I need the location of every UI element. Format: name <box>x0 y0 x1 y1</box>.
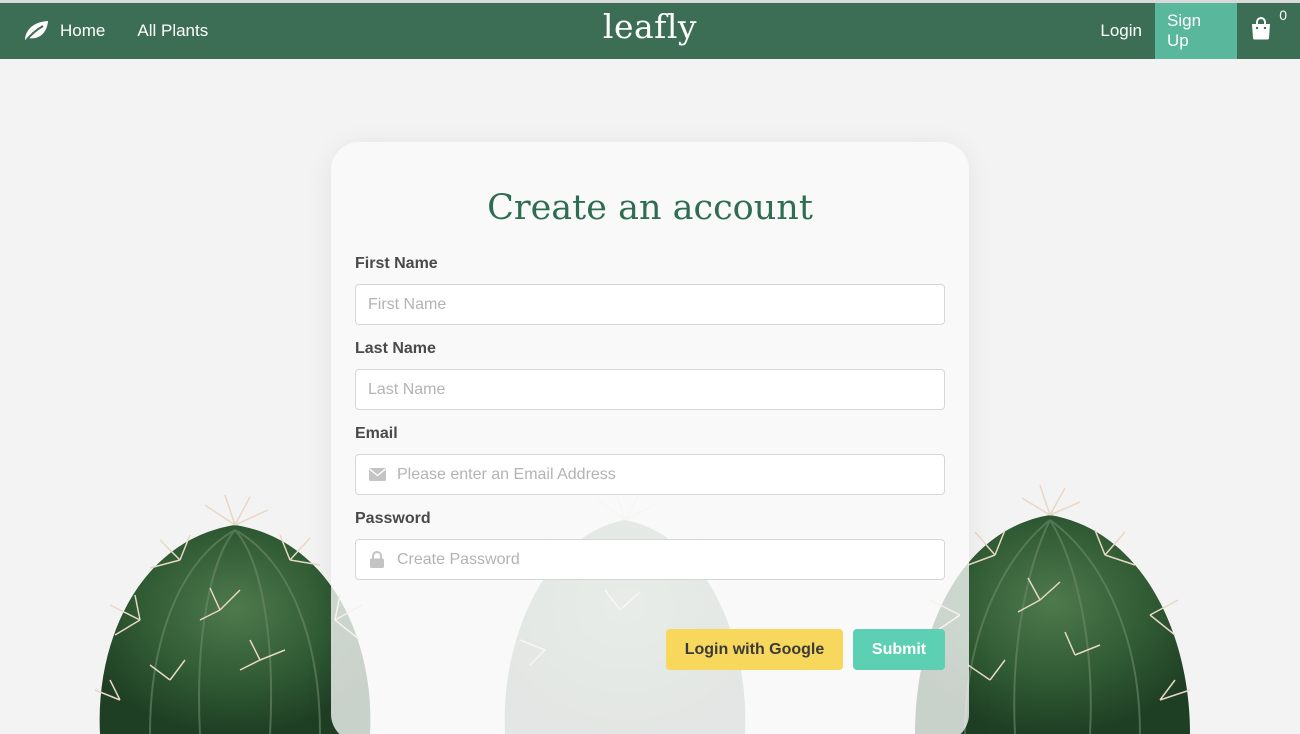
nav-left-group: Home All Plants <box>22 3 240 59</box>
nav-right-group: Login Sign Up 0 <box>1087 3 1300 59</box>
email-input[interactable] <box>397 455 944 494</box>
login-with-google-button[interactable]: Login with Google <box>666 629 843 670</box>
first-name-input[interactable] <box>368 285 944 324</box>
password-label: Password <box>355 510 431 527</box>
email-label: Email <box>355 425 398 442</box>
first-name-label: First Name <box>355 255 438 272</box>
shopping-bag-icon <box>1251 17 1271 45</box>
email-field-wrapper <box>355 454 945 495</box>
cart-count-badge: 0 <box>1279 7 1287 23</box>
first-name-field-wrapper <box>355 284 945 325</box>
signup-card: Create an account First Name Last Name E… <box>331 142 969 734</box>
last-name-label: Last Name <box>355 340 436 357</box>
last-name-input[interactable] <box>368 370 944 409</box>
top-navbar: Home All Plants leafly Login Sign Up 0 <box>0 3 1300 59</box>
nav-home-link[interactable]: Home <box>60 21 105 41</box>
cart-button[interactable]: 0 <box>1237 3 1300 59</box>
submit-button[interactable]: Submit <box>853 629 945 670</box>
brand-name[interactable]: leafly <box>603 7 697 46</box>
envelope-icon <box>368 466 386 484</box>
lock-icon <box>368 551 386 569</box>
leaf-icon[interactable] <box>22 17 50 45</box>
nav-login-link[interactable]: Login <box>1087 3 1155 59</box>
password-input[interactable] <box>397 540 944 579</box>
last-name-field-wrapper <box>355 369 945 410</box>
password-field-wrapper <box>355 539 945 580</box>
cactus-left <box>94 494 371 734</box>
nav-all-plants-link[interactable]: All Plants <box>137 21 208 41</box>
page-title: Create an account <box>487 188 813 228</box>
nav-signup-link[interactable]: Sign Up <box>1155 3 1237 59</box>
